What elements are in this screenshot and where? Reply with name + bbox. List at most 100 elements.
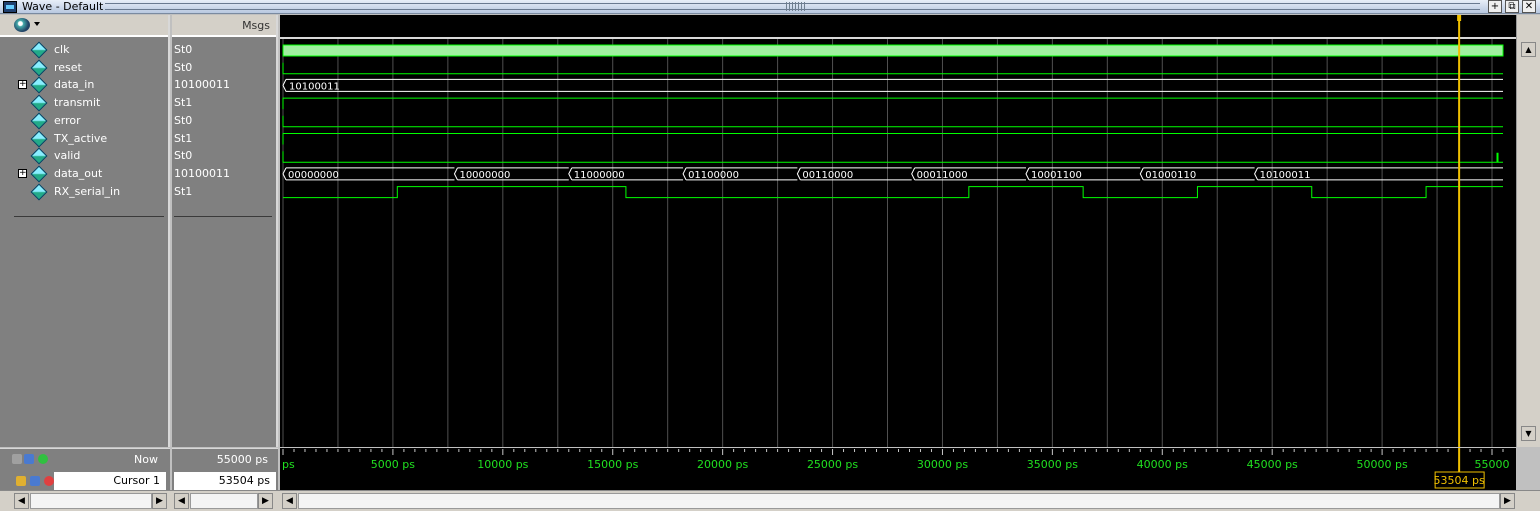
name-scroll-right-icon[interactable]: ▶ xyxy=(152,493,167,509)
signal-name: clk xyxy=(54,43,70,56)
delete-cursor-icon[interactable] xyxy=(44,476,54,486)
data-out-transition xyxy=(568,167,573,181)
signal-list-end-marker xyxy=(14,216,164,217)
waveform-canvas[interactable]: 10100011 00000000 10000000 11000000 01100000… xyxy=(280,15,1516,447)
signal-value: 10100011 xyxy=(174,166,230,180)
cursor-insert-icon[interactable] xyxy=(38,454,48,464)
expand-icon[interactable]: + xyxy=(18,168,27,178)
signal-name: data_out xyxy=(54,166,103,180)
value-row-reset[interactable]: St0 xyxy=(172,59,276,77)
wave-scroll-right-icon[interactable]: ▶ xyxy=(1500,493,1515,509)
dock-button[interactable]: + xyxy=(1488,0,1502,13)
transmit-waveform xyxy=(282,97,1503,110)
timeline-tick-label: 35000 ps xyxy=(1027,458,1078,471)
value-row-error[interactable]: St0 xyxy=(172,112,276,130)
value-row-rx-serial-in[interactable]: St1 xyxy=(172,183,276,201)
bus-icon xyxy=(30,165,48,183)
wave-scroll-left-icon[interactable]: ◀ xyxy=(282,493,297,509)
signal-name: reset xyxy=(54,60,82,74)
name-pane-header xyxy=(0,15,168,37)
value-row-clk[interactable]: St0 xyxy=(172,41,276,59)
timeline-tick-label: 5000 ps xyxy=(371,458,415,471)
data-out-transition xyxy=(796,167,801,181)
signal-row-tx-active[interactable]: TX_active xyxy=(0,130,168,148)
msgs-header-label: Msgs xyxy=(242,19,270,32)
timeline-tick-label: ps xyxy=(282,458,295,471)
data-out-transition xyxy=(1254,167,1259,181)
signal-icon xyxy=(30,183,48,201)
undock-button[interactable]: ⧉ xyxy=(1505,0,1519,13)
cursor-handle xyxy=(1457,15,1462,21)
signal-row-transmit[interactable]: transmit xyxy=(0,94,168,112)
signal-name: data_in xyxy=(54,78,95,92)
cursor-value-panel: 55000 ps 53504 ps xyxy=(172,448,278,490)
value-row-data-out[interactable]: 10100011 xyxy=(172,165,276,183)
signal-value: St1 xyxy=(174,131,193,145)
value-row-transmit[interactable]: St1 xyxy=(172,94,276,112)
data-out-segment-label: 00011000 xyxy=(917,170,968,181)
value-pane-header: Msgs xyxy=(172,15,276,37)
value-row-valid[interactable]: St0 xyxy=(172,147,276,165)
cursor-name-label: Cursor 1 xyxy=(113,474,160,487)
chevron-down-icon[interactable] xyxy=(34,22,40,26)
expand-icon[interactable]: + xyxy=(18,80,27,90)
value-row-data-in[interactable]: 10100011 xyxy=(172,76,276,94)
scroll-down-arrow-icon[interactable]: ▼ xyxy=(1521,426,1536,441)
signal-row-reset[interactable]: reset xyxy=(0,59,168,77)
data-out-transition xyxy=(1139,167,1144,181)
app-icon xyxy=(3,1,17,13)
signal-name: transmit xyxy=(54,96,101,110)
signal-value: St0 xyxy=(174,113,193,127)
signal-value: St0 xyxy=(174,149,193,163)
timeline-ruler-canvas[interactable]: ps 5000 ps 10000 ps 15000 ps 20000 ps 25000 p… xyxy=(280,448,1516,490)
value-pane-hscrollbar[interactable] xyxy=(190,493,258,509)
now-label: Now xyxy=(134,453,158,466)
now-value: 55000 ps xyxy=(216,453,268,466)
waveform-pane[interactable]: 10100011 00000000 10000000 11000000 01100000… xyxy=(280,15,1516,447)
cursor-name-field[interactable]: Cursor 1 xyxy=(54,472,166,490)
pencil-icon[interactable] xyxy=(30,476,40,486)
name-pane-hscrollbar[interactable] xyxy=(30,493,152,509)
cursor-add-icon[interactable] xyxy=(24,454,34,464)
signal-row-error[interactable]: error xyxy=(0,112,168,130)
signal-row-rx-serial-in[interactable]: RX_serial_in xyxy=(0,183,168,201)
cursor-tool-icon[interactable] xyxy=(12,454,22,464)
timeline-tick-label: 10000 ps xyxy=(477,458,528,471)
valid-waveform xyxy=(282,151,1503,163)
window-title: Wave - Default xyxy=(22,0,104,13)
signal-row-valid[interactable]: valid xyxy=(0,147,168,165)
scroll-up-arrow-icon[interactable]: ▲ xyxy=(1521,42,1536,57)
data-out-segment-label: 10001100 xyxy=(1031,170,1082,181)
signal-row-clk[interactable]: clk xyxy=(0,41,168,59)
data-out-segment-label: 11000000 xyxy=(574,170,625,181)
data-out-transition xyxy=(682,167,687,181)
data-out-segment-label: 00110000 xyxy=(802,170,853,181)
value-list-end-marker xyxy=(174,216,272,217)
timeline-tick-label: 55000 xyxy=(1475,458,1510,471)
wave-pane-hscrollbar[interactable] xyxy=(298,493,1500,509)
value-scroll-right-icon[interactable]: ▶ xyxy=(258,493,273,509)
value-scroll-left-icon[interactable]: ◀ xyxy=(174,493,189,509)
value-row-tx-active[interactable]: St1 xyxy=(172,130,276,148)
vertical-scrollbar[interactable]: ▲ ▼ xyxy=(1516,15,1540,447)
signal-value: St0 xyxy=(174,43,193,56)
bus-icon xyxy=(30,76,48,94)
titlebar-grip-icon[interactable] xyxy=(786,2,806,11)
name-scroll-left-icon[interactable]: ◀ xyxy=(14,493,29,509)
signal-value: St1 xyxy=(174,184,193,198)
signal-value-pane: Msgs St0 St0 10100011 St1 St0 St1 St0 10100011 S… xyxy=(172,15,278,447)
data-out-segment-label: 01100000 xyxy=(688,170,739,181)
signal-row-data-in[interactable]: + data_in xyxy=(0,76,168,94)
wave-group-icon[interactable] xyxy=(14,18,30,32)
rx-serial-in-waveform xyxy=(283,186,1503,199)
data-out-segment-label: 00000000 xyxy=(288,170,339,181)
close-button[interactable]: ✕ xyxy=(1522,0,1536,13)
lock-icon[interactable] xyxy=(16,476,26,486)
window-titlebar: Wave - Default + ⧉ ✕ xyxy=(0,0,1540,14)
signal-icon xyxy=(30,41,48,59)
tx-active-waveform xyxy=(282,133,1503,145)
signal-row-data-out[interactable]: + data_out xyxy=(0,165,168,183)
timeline-ruler[interactable]: ps 5000 ps 10000 ps 15000 ps 20000 ps 25000 p… xyxy=(280,448,1516,490)
cursor-value-field[interactable]: 53504 ps xyxy=(174,472,276,490)
signal-value: St1 xyxy=(174,96,193,110)
